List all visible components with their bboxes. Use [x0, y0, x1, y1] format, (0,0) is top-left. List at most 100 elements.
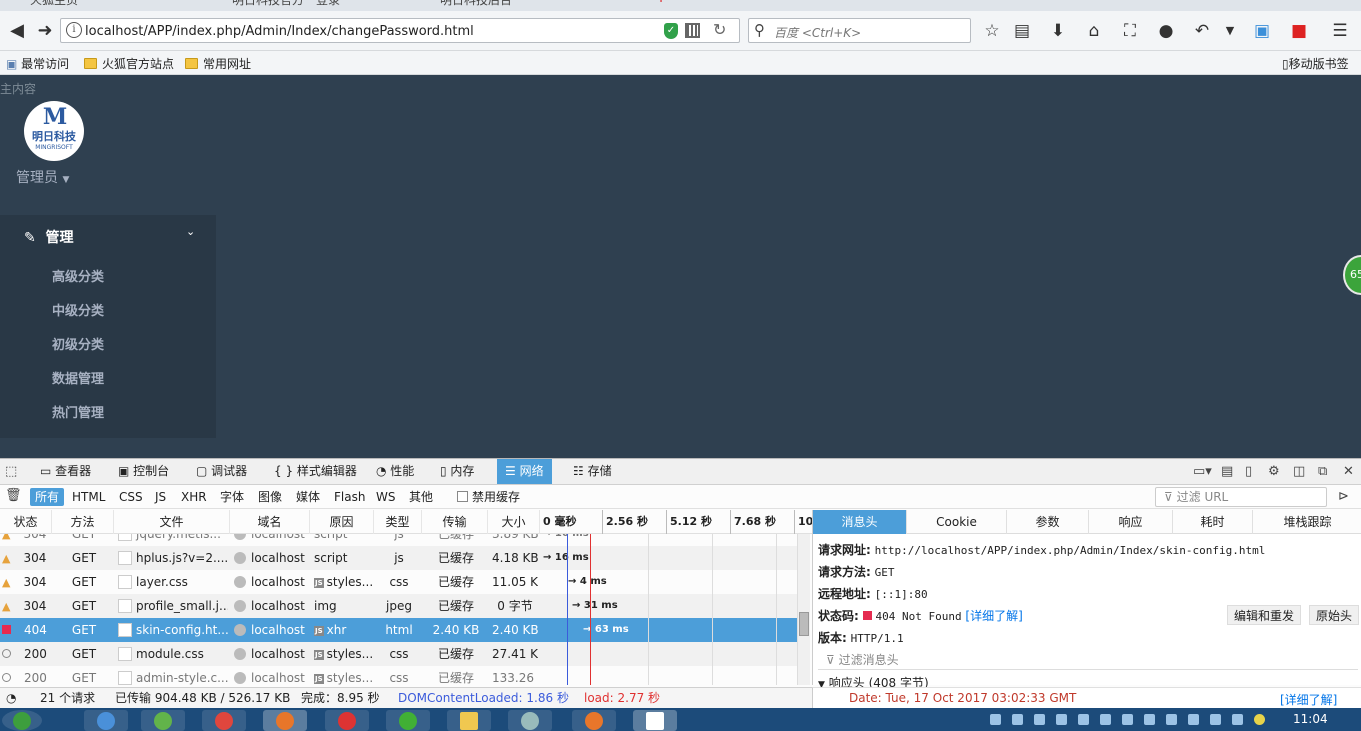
url-filter-input[interactable]: ⊽ 过滤 URL: [1155, 487, 1327, 507]
trash-icon[interactable]: 🗑: [5, 488, 22, 503]
tray-icon[interactable]: [1122, 714, 1133, 725]
tab-debugger[interactable]: ▢ 调试器: [188, 459, 255, 484]
reload-icon[interactable]: ↻: [713, 20, 726, 39]
sidebar-item-data[interactable]: 数据管理: [52, 368, 104, 387]
start-button[interactable]: [2, 710, 42, 731]
undock-icon[interactable]: ⧉: [1318, 464, 1327, 479]
filter-html[interactable]: HTML: [67, 488, 110, 506]
menu-icon[interactable]: ☰: [1328, 18, 1352, 44]
taskbar-music[interactable]: [325, 710, 369, 731]
flash-icon[interactable]: ■: [1287, 18, 1311, 44]
skip-link[interactable]: 主内容: [0, 80, 36, 97]
undo-icon[interactable]: ↶: [1190, 18, 1214, 44]
taskbar-firefox[interactable]: [263, 710, 307, 731]
clock[interactable]: 11:04: [1293, 712, 1328, 726]
col-method[interactable]: 方法: [52, 510, 114, 534]
taskbar-app[interactable]: [508, 710, 552, 731]
col-type[interactable]: 类型: [374, 510, 422, 534]
taskbar-app[interactable]: [141, 710, 185, 731]
filter-flash[interactable]: Flash: [329, 488, 370, 506]
table-row[interactable]: ▲ 304 GET jquery.metis... localhost script js 已…: [0, 534, 797, 546]
address-bar[interactable]: i localhost/APP/index.php/Admin/Index/ch…: [60, 18, 740, 43]
picker-icon[interactable]: ⬚: [5, 464, 17, 479]
request-url-value[interactable]: http://localhost/APP/index.php/Admin/Ind…: [875, 544, 1266, 557]
floating-badge[interactable]: 65: [1343, 255, 1361, 295]
col-cause[interactable]: 原因: [310, 510, 374, 534]
extension-icon[interactable]: ▣: [1250, 18, 1274, 44]
taskbar-explorer[interactable]: [447, 710, 491, 731]
learn-more-link[interactable]: [详细了解]: [1280, 691, 1337, 708]
tab-network[interactable]: ☰ 网络: [497, 459, 552, 484]
sidebar-item-advanced[interactable]: 高级分类: [52, 266, 104, 285]
filter-other[interactable]: 其他: [404, 488, 438, 506]
table-row[interactable]: ▲ 304 GET profile_small.j... localhost img jpe…: [0, 594, 797, 618]
tray-icon[interactable]: [990, 714, 1001, 725]
tray-icon[interactable]: [1012, 714, 1023, 725]
filter-fonts[interactable]: 字体: [215, 488, 249, 506]
browser-tab[interactable]: 明日科技官方一登录: [232, 0, 340, 11]
tab-memory[interactable]: ▯ 内存: [432, 459, 482, 484]
reading-list-icon[interactable]: ▤: [1010, 18, 1034, 44]
taskbar-wechat[interactable]: [386, 710, 430, 731]
filter-js[interactable]: JS: [150, 488, 171, 506]
tab-params[interactable]: 参数: [1007, 510, 1089, 534]
home-icon[interactable]: ⌂: [1082, 18, 1106, 44]
tab-style-editor[interactable]: { } 样式编辑器: [266, 459, 365, 484]
tray-icon[interactable]: [1210, 714, 1221, 725]
scrollbar-thumb[interactable]: [799, 612, 809, 636]
tray-icon[interactable]: [1144, 714, 1155, 725]
volume-icon[interactable]: [1232, 714, 1243, 725]
screenshot-icon[interactable]: ⛶: [1118, 18, 1142, 44]
taskbar-app[interactable]: [84, 710, 128, 731]
bookmark-star-icon[interactable]: ☆: [980, 18, 1004, 44]
sidebar-item-middle[interactable]: 中级分类: [52, 300, 104, 319]
col-transferred[interactable]: 传输: [422, 510, 488, 534]
tray-icon[interactable]: [1254, 714, 1265, 725]
filter-ws[interactable]: WS: [371, 488, 400, 506]
menu-heading[interactable]: ✎ 管理: [24, 227, 73, 247]
forward-icon[interactable]: ➜: [32, 18, 58, 44]
table-row[interactable]: 200 GET module.css localhost JS styles... css 已…: [0, 642, 797, 666]
bookmark-firefox-site[interactable]: 火狐官方站点: [84, 55, 174, 72]
filter-all[interactable]: 所有: [30, 488, 65, 506]
filter-xhr[interactable]: XHR: [176, 488, 212, 506]
tab-storage[interactable]: ☷ 存储: [565, 459, 620, 484]
shield-icon[interactable]: ✓: [664, 23, 678, 39]
toggle-sidebar-icon[interactable]: ⊳: [1338, 489, 1349, 504]
raw-headers-button[interactable]: 原始头: [1309, 605, 1360, 625]
learn-more-link[interactable]: [详细了解]: [965, 609, 1022, 623]
taskbar-chrome[interactable]: [202, 710, 246, 731]
tab-performance[interactable]: ◔ 性能: [368, 459, 422, 484]
chevron-down-icon[interactable]: ⌄: [186, 225, 195, 238]
filter-css[interactable]: CSS: [114, 488, 148, 506]
tray-icon[interactable]: [1034, 714, 1045, 725]
dock-side-icon[interactable]: ◫: [1293, 464, 1305, 479]
filter-images[interactable]: 图像: [253, 488, 287, 506]
tray-icon[interactable]: [1166, 714, 1177, 725]
settings-icon[interactable]: ⚙: [1268, 464, 1280, 479]
chevron-down-icon[interactable]: ▼: [1218, 18, 1242, 44]
bookmark-most-visited[interactable]: ▣ 最常访问: [6, 55, 69, 72]
taskbar-app[interactable]: [572, 710, 616, 731]
col-domain[interactable]: 域名: [230, 510, 310, 534]
split-console-icon[interactable]: ▤: [1221, 464, 1233, 479]
browser-tab[interactable]: 火狐主页: [30, 0, 78, 11]
tray-icon[interactable]: [1078, 714, 1089, 725]
tab-console[interactable]: ▣ 控制台: [110, 459, 177, 484]
chat-icon[interactable]: ●: [1154, 18, 1178, 44]
tray-icon[interactable]: [1056, 714, 1067, 725]
tab-headers[interactable]: 消息头: [813, 510, 907, 534]
responsive-icon[interactable]: ▯: [1245, 464, 1252, 479]
edit-and-resend-button[interactable]: 编辑和重发: [1227, 605, 1302, 625]
close-icon[interactable]: ✕: [1343, 464, 1354, 479]
sidebar-item-basic[interactable]: 初级分类: [52, 334, 104, 353]
request-list-scrollbar[interactable]: [797, 534, 810, 685]
disable-cache-checkbox[interactable]: 禁用缓存: [452, 488, 525, 506]
mobile-bookmarks[interactable]: ▯移动版书签: [1282, 55, 1349, 72]
tray-icon[interactable]: [1100, 714, 1111, 725]
search-box[interactable]: ⚲ 百度 <Ctrl+K>: [748, 18, 971, 43]
qr-code-icon[interactable]: [685, 23, 700, 38]
col-size[interactable]: 大小: [488, 510, 540, 534]
browser-tab-active[interactable]: 明日科技后台: [440, 0, 512, 11]
tab-timings[interactable]: 耗时: [1173, 510, 1253, 534]
